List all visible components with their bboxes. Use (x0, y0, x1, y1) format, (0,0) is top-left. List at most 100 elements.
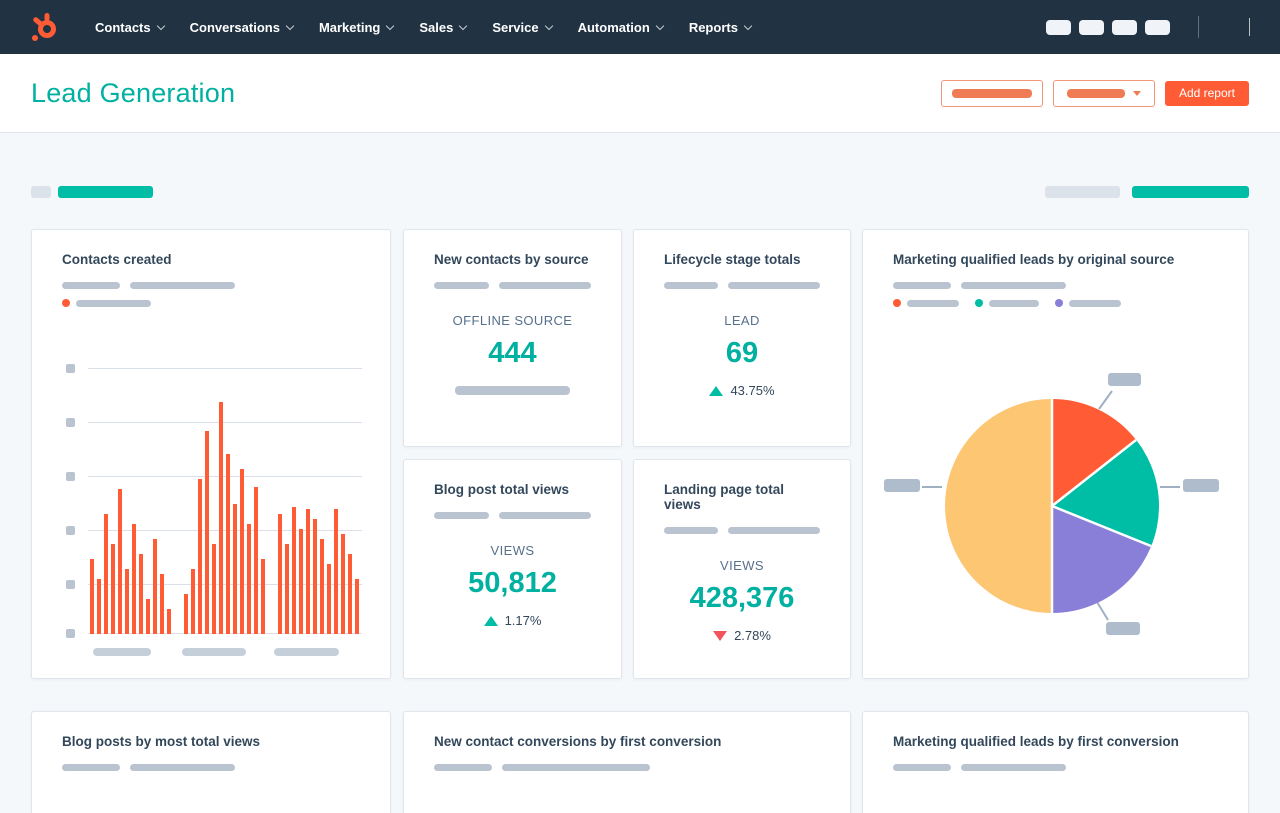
dashboard-content: Contacts created New contacts by source … (0, 133, 1280, 813)
nav-item-reports[interactable]: Reports (676, 12, 764, 43)
legend-item (62, 299, 151, 307)
trend-up-icon (709, 385, 724, 396)
skeleton-row (434, 512, 591, 519)
metric-label: OFFLINE SOURCE (452, 313, 573, 328)
metric-label: VIEWS (720, 558, 764, 573)
bar (226, 454, 230, 634)
skeleton-pill (62, 282, 120, 289)
dashboard-filter-right[interactable] (1045, 186, 1249, 198)
delta-row: 43.75% (664, 383, 820, 398)
skeleton-bar (951, 88, 1032, 98)
bar (327, 564, 331, 634)
nav-item-marketing[interactable]: Marketing (306, 12, 406, 43)
bar (240, 469, 244, 634)
header-actions: Add report (940, 79, 1249, 107)
legend-dot-teal-icon (975, 299, 983, 307)
bar (153, 539, 157, 634)
delta-row: 1.17% (434, 613, 591, 628)
nav-label: Service (492, 19, 539, 35)
trend-down-icon (713, 630, 728, 641)
bar (261, 559, 265, 634)
bar (146, 599, 150, 634)
skeleton-pill (989, 299, 1039, 307)
nav-item-automation[interactable]: Automation (565, 12, 676, 43)
delta-value: 43.75% (730, 383, 775, 398)
skeleton-pill (130, 282, 235, 289)
card-mql-by-original-source: Marketing qualified leads by original so… (862, 229, 1249, 679)
chevron-down-icon (285, 21, 295, 30)
y-axis-tick (66, 418, 75, 427)
dashboard-filter-left[interactable] (31, 186, 153, 198)
legend-dot-orange-icon (893, 299, 901, 307)
x-axis-label-pill (274, 648, 339, 656)
skeleton-row (893, 764, 1218, 771)
chevron-down-icon (386, 21, 395, 30)
card-mql-by-first-conversion: Marketing qualified leads by first conve… (862, 711, 1249, 813)
nav-item-conversations[interactable]: Conversations (177, 12, 306, 43)
metric-body: VIEWS 428,376 2.78% (664, 558, 820, 643)
skeleton-pill (434, 764, 492, 771)
delta-value: 2.78% (734, 628, 771, 643)
nav-label: Automation (577, 19, 650, 35)
skeleton-pill (664, 282, 719, 289)
pie-slice-borders (1050, 399, 1152, 613)
add-report-button[interactable]: Add report (1164, 80, 1249, 106)
bar-chart-plot (90, 364, 359, 634)
skeleton-row (434, 282, 591, 289)
account-menu-chevron-icon[interactable] (1249, 18, 1250, 36)
bar (219, 402, 223, 634)
legend-item (893, 299, 959, 307)
pie-callout-pill (1183, 479, 1219, 492)
skeleton-pill (1069, 299, 1121, 307)
nav-item-sales[interactable]: Sales (406, 12, 479, 43)
card-title: Contacts created (62, 252, 172, 267)
skeleton-pill (62, 764, 120, 771)
bar-group (184, 402, 265, 634)
card-lifecycle-stage-totals: Lifecycle stage totals LEAD 69 43.75% (633, 229, 851, 447)
nav-item-service[interactable]: Service (479, 12, 564, 43)
nav-label: Marketing (318, 19, 381, 35)
legend-item (975, 299, 1039, 307)
nav-placeholder-button-4[interactable] (1145, 19, 1170, 35)
header-skeleton-button[interactable] (940, 79, 1043, 107)
bar (132, 524, 136, 634)
bar (285, 544, 289, 634)
navbar-right (1038, 16, 1264, 38)
bar (191, 569, 195, 634)
nav-item-contacts[interactable]: Contacts (82, 12, 177, 43)
bar (160, 574, 164, 634)
metric-body: LEAD 69 43.75% (664, 313, 820, 398)
card-blog-post-total-views: Blog post total views VIEWS 50,812 1.17% (403, 459, 622, 679)
skeleton-pill (455, 386, 570, 395)
card-title: Marketing qualified leads by original so… (893, 252, 1175, 267)
hubspot-logo-icon[interactable] (28, 12, 58, 42)
trend-up-icon (483, 615, 498, 626)
skeleton-pill (664, 527, 719, 534)
skeleton-pill (728, 527, 820, 534)
skeleton-pill (907, 299, 959, 307)
skeleton-pill (961, 764, 1066, 771)
nav-placeholder-button-1[interactable] (1046, 19, 1071, 35)
skeleton-row (893, 282, 1218, 289)
nav-placeholder-button-3[interactable] (1112, 19, 1137, 35)
y-axis-tick (66, 526, 75, 535)
skeleton-pill (893, 282, 951, 289)
legend-dot-orange-icon (62, 299, 70, 307)
bar (97, 579, 101, 634)
skeleton-pill (130, 764, 235, 771)
nav-placeholder-button-2[interactable] (1079, 19, 1104, 35)
nav-label: Conversations (189, 19, 280, 35)
header-skeleton-dropdown-button[interactable] (1052, 79, 1155, 107)
filter-skeleton-pill (31, 186, 51, 198)
bar (348, 554, 352, 634)
bar (292, 507, 296, 634)
metric-value: 50,812 (468, 567, 557, 599)
chevron-down-icon (459, 21, 468, 30)
y-axis-tick (66, 580, 75, 589)
top-navbar: Contacts Conversations Marketing Sales S… (0, 0, 1280, 54)
skeleton-pill (498, 282, 591, 289)
nav-label: Reports (688, 19, 738, 35)
delta-value: 1.17% (504, 613, 542, 628)
skeleton-pill (893, 764, 951, 771)
bar (334, 509, 338, 634)
